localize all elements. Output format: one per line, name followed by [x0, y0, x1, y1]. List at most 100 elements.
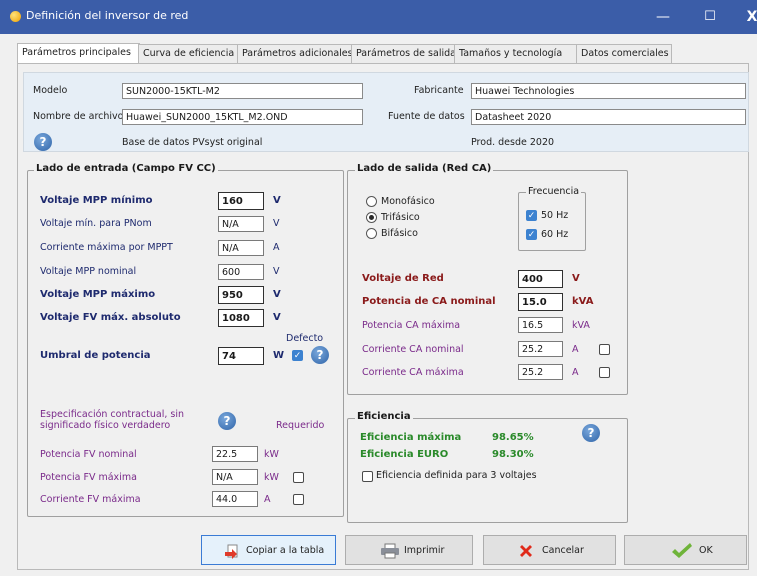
mpp-nom-input[interactable]: 600 — [218, 264, 264, 280]
i-nominal-unit: A — [572, 344, 579, 355]
minimize-icon[interactable]: — — [652, 6, 674, 28]
vabs-input[interactable]: 1080 — [218, 309, 264, 327]
frequency-title: Frecuencia — [526, 186, 582, 197]
help-icon[interactable]: ? — [34, 133, 52, 151]
eff-max-value: 98.65% — [492, 432, 534, 443]
ipv-max-label: Corriente FV máxima — [40, 494, 141, 505]
tab-output-params[interactable]: Parámetros de salida — [351, 44, 456, 63]
copy-to-table-button[interactable]: Copiar a la tabla — [201, 535, 336, 565]
grid-voltage-input[interactable]: 400 — [518, 270, 563, 288]
pv-nom-label: Potencia FV nominal — [40, 449, 137, 460]
cancel-button-label: Cancelar — [542, 545, 584, 556]
i-max-unit: A — [572, 367, 579, 378]
imax-mppt-label: Corriente máxima por MPPT — [40, 242, 173, 253]
threshold-input[interactable]: 74 — [218, 347, 264, 365]
copy-button-label: Copiar a la tabla — [246, 545, 325, 556]
print-button[interactable]: Imprimir — [345, 535, 473, 565]
cancel-icon — [520, 545, 532, 557]
eff-max-label: Eficiencia máxima — [360, 432, 462, 443]
input-side-title: Lado de entrada (Campo FV CC) — [34, 163, 218, 174]
pv-max-input[interactable]: N/A — [212, 469, 258, 485]
imax-mppt-unit: A — [273, 242, 280, 253]
i-max-label: Corriente CA máxima — [362, 367, 464, 378]
i-nominal-input[interactable]: 25.2 — [518, 341, 563, 357]
tab-additional-params[interactable]: Parámetros adicionales — [237, 44, 353, 63]
freq-60-label: 60 Hz — [541, 229, 569, 240]
default-checkbox[interactable]: ✓ — [292, 350, 303, 361]
vmin-pnom-unit: V — [273, 218, 280, 229]
database-text: Base de datos PVsyst original — [122, 137, 263, 148]
help-icon[interactable]: ? — [582, 424, 600, 442]
eff-euro-value: 98.30% — [492, 449, 534, 460]
ac-max-input[interactable]: 16.5 — [518, 317, 563, 333]
freq-50-checkbox[interactable]: ✓ — [526, 210, 537, 221]
ac-nominal-input[interactable]: 15.0 — [518, 293, 563, 311]
ok-button[interactable]: OK — [624, 535, 747, 565]
biphase-radio[interactable] — [366, 228, 377, 239]
tab-commercial-data[interactable]: Datos comerciales — [576, 44, 672, 63]
pv-nom-unit: kW — [264, 449, 279, 460]
mpp-max-input[interactable]: 950 — [218, 286, 264, 304]
help-icon[interactable]: ? — [218, 412, 236, 430]
eff-euro-label: Eficiencia EURO — [360, 449, 449, 460]
ipv-max-checkbox[interactable] — [293, 494, 304, 505]
ac-nominal-label: Potencia de CA nominal — [362, 296, 496, 307]
title-bar: Definición del inversor de red — ☐ X — [0, 0, 757, 34]
pv-nom-input[interactable]: 22.5 — [212, 446, 258, 462]
monophase-radio[interactable] — [366, 196, 377, 207]
vmin-pnom-input[interactable]: N/A — [218, 216, 264, 232]
i-nominal-label: Corriente CA nominal — [362, 344, 464, 355]
i-max-input[interactable]: 25.2 — [518, 364, 563, 380]
ipv-max-unit: A — [264, 494, 271, 505]
cancel-button[interactable]: Cancelar — [483, 535, 616, 565]
freq-60-checkbox[interactable]: ✓ — [526, 229, 537, 240]
three-voltages-checkbox[interactable] — [362, 471, 373, 482]
pv-max-checkbox[interactable] — [293, 472, 304, 483]
app-icon — [10, 11, 21, 22]
grid-voltage-unit: V — [572, 273, 580, 284]
ac-max-label: Potencia CA máxima — [362, 320, 461, 331]
ipv-max-input[interactable]: 44.0 — [212, 491, 258, 507]
ac-nominal-unit: kVA — [572, 296, 594, 307]
threshold-unit: W — [273, 350, 285, 361]
i-max-checkbox[interactable] — [599, 367, 610, 378]
contract-text-2: significado físico verdadero — [40, 420, 171, 431]
manufacturer-label: Fabricante — [414, 85, 464, 96]
mpp-min-input[interactable]: 160 — [218, 192, 264, 210]
ac-max-unit: kVA — [572, 320, 590, 331]
window-title: Definición del inversor de red — [26, 9, 189, 22]
imax-mppt-input[interactable]: N/A — [218, 240, 264, 256]
three-voltages-label: Eficiencia definida para 3 voltajes — [376, 470, 537, 481]
close-icon[interactable]: X — [741, 6, 757, 28]
printer-icon — [381, 543, 399, 559]
maximize-icon[interactable]: ☐ — [699, 6, 721, 28]
print-button-label: Imprimir — [404, 545, 445, 556]
grid-voltage-label: Voltaje de Red — [362, 273, 444, 284]
default-label: Defecto — [286, 333, 324, 344]
help-icon[interactable]: ? — [311, 346, 329, 364]
i-nominal-checkbox[interactable] — [599, 344, 610, 355]
pv-max-unit: kW — [264, 472, 279, 483]
triphase-label: Trifásico — [381, 212, 420, 223]
model-input[interactable]: SUN2000-15KTL-M2 — [122, 83, 363, 99]
copy-icon — [225, 544, 238, 559]
biphase-label: Bifásico — [381, 228, 418, 239]
tab-efficiency-curve[interactable]: Curva de eficiencia — [138, 44, 239, 63]
mpp-min-label: Voltaje MPP mínimo — [40, 195, 153, 206]
efficiency-title: Eficiencia — [355, 411, 413, 422]
tab-main-params[interactable]: Parámetros principales — [17, 43, 140, 64]
triphase-radio[interactable] — [366, 212, 377, 223]
output-side-title: Lado de salida (Red CA) — [355, 163, 494, 174]
monophase-label: Monofásico — [381, 196, 435, 207]
manufacturer-input[interactable]: Huawei Technologies — [471, 83, 746, 99]
frequency-group — [518, 192, 586, 251]
mpp-nom-unit: V — [273, 266, 280, 277]
source-input[interactable]: Datasheet 2020 — [471, 109, 746, 125]
tab-sizes-technology[interactable]: Tamaños y tecnología — [454, 44, 578, 63]
ok-button-label: OK — [699, 545, 713, 556]
threshold-label: Umbral de potencia — [40, 350, 151, 361]
filename-input[interactable]: Huawei_SUN2000_15KTL_M2.OND — [122, 109, 363, 125]
checkmark-icon — [672, 543, 692, 558]
filename-label: Nombre de archivo — [33, 111, 124, 122]
mpp-max-unit: V — [273, 289, 281, 300]
